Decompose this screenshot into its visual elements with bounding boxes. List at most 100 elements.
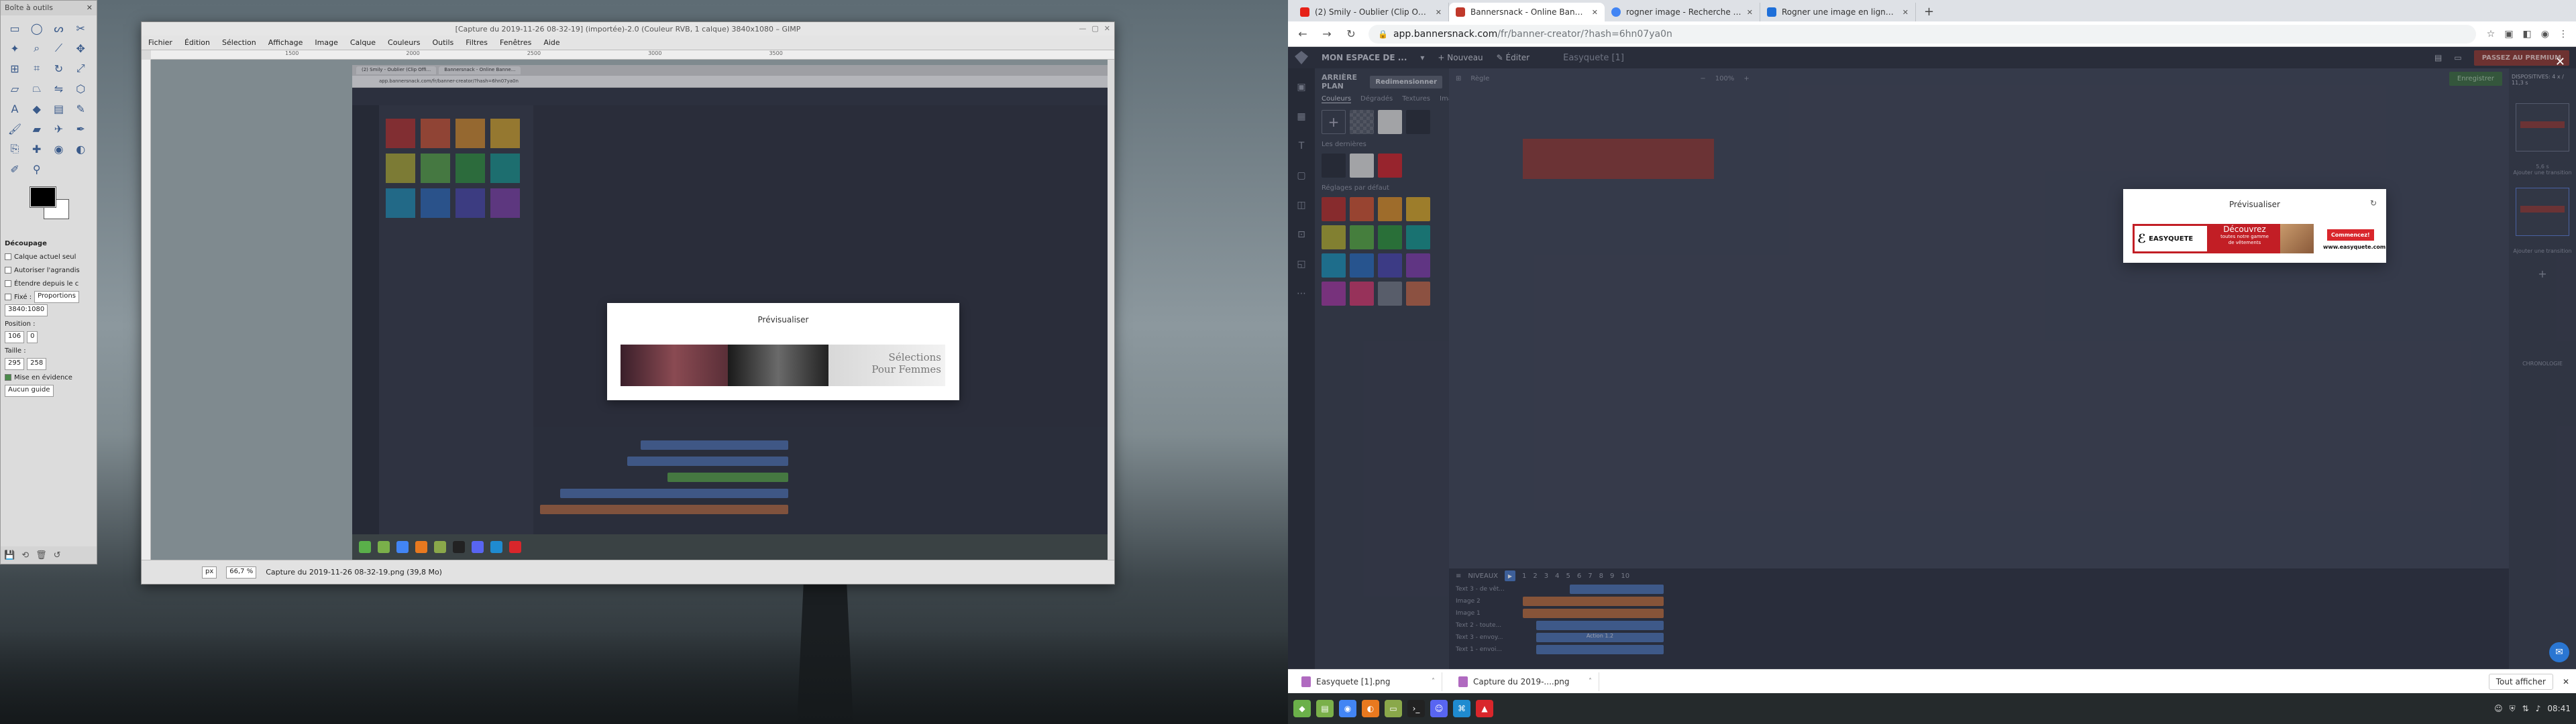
- perspective-icon[interactable]: ⏢: [28, 80, 46, 97]
- download-item[interactable]: Easyquete [1].png ˄: [1295, 672, 1442, 691]
- guides-select[interactable]: Aucun guide: [5, 385, 54, 397]
- ratio-input[interactable]: 3840:1080: [5, 304, 48, 316]
- cage-icon[interactable]: ⬡: [72, 80, 89, 97]
- maximize-icon[interactable]: ▢: [1091, 24, 1098, 33]
- modal-overlay[interactable]: [1288, 47, 2576, 669]
- firefox-icon[interactable]: ◐: [1362, 700, 1379, 717]
- network-icon[interactable]: ⇅: [2522, 704, 2529, 713]
- menu-image[interactable]: Image: [315, 38, 337, 47]
- pencil-icon[interactable]: ✎: [72, 100, 89, 117]
- paths-icon[interactable]: ✐: [6, 160, 23, 178]
- app-icon[interactable]: ▲: [1476, 700, 1493, 717]
- menu-edition[interactable]: Édition: [184, 38, 210, 47]
- checkbox[interactable]: [5, 267, 11, 274]
- download-item[interactable]: Capture du 2019-....png ˄: [1452, 672, 1599, 691]
- reset-icon[interactable]: ↺: [54, 550, 61, 560]
- menu-filtres[interactable]: Filtres: [466, 38, 488, 47]
- blur-icon[interactable]: ◉: [50, 140, 68, 158]
- discord-tray-icon[interactable]: ☺: [2494, 704, 2503, 713]
- reload-icon[interactable]: ↻: [1344, 27, 1358, 40]
- terminal-icon[interactable]: ›_: [1407, 700, 1425, 717]
- fixed-mode-select[interactable]: Proportions: [34, 291, 79, 303]
- flip-icon[interactable]: ⇋: [50, 80, 68, 97]
- opt-current-layer[interactable]: Calque actuel seul: [5, 250, 93, 263]
- fg-bg-colors[interactable]: [6, 184, 91, 231]
- size-w-input[interactable]: 295: [5, 358, 25, 370]
- volume-icon[interactable]: ♪: [2536, 704, 2541, 713]
- tab-crop-online[interactable]: Rogner une image en ligne et ... ✕: [1760, 3, 1916, 21]
- extension-icon[interactable]: ◧: [2523, 29, 2532, 40]
- save-options-icon[interactable]: 💾: [4, 550, 15, 560]
- menu-aide[interactable]: Aide: [543, 38, 559, 47]
- text-icon[interactable]: A: [6, 100, 23, 117]
- clone-icon[interactable]: ⎘: [6, 140, 23, 158]
- brush-icon[interactable]: 🖌: [6, 120, 23, 137]
- vertical-ruler[interactable]: [142, 60, 151, 560]
- zoom-icon[interactable]: ⌕: [28, 40, 46, 57]
- close-icon[interactable]: ✕: [2563, 677, 2569, 686]
- rotate-icon[interactable]: ↻: [50, 60, 68, 77]
- refresh-icon[interactable]: ↻: [2370, 198, 2377, 208]
- new-tab-button[interactable]: +: [1916, 5, 1942, 21]
- close-icon[interactable]: ✕: [87, 3, 93, 13]
- checkbox[interactable]: [5, 294, 11, 300]
- tab-youtube[interactable]: (2) Smily - Oublier (Clip Offi... ✕: [1293, 3, 1449, 21]
- vscode-icon[interactable]: ⌘: [1453, 700, 1470, 717]
- crop-icon[interactable]: ⌗: [28, 60, 46, 77]
- lock-icon[interactable]: 🔒: [1378, 29, 1388, 39]
- position-x-input[interactable]: 106: [5, 331, 25, 343]
- back-icon[interactable]: ←: [1296, 27, 1309, 40]
- avatar[interactable]: ◉: [2541, 29, 2549, 40]
- tab-bannersnack[interactable]: Bannersnack - Online Banner... ✕: [1449, 3, 1605, 21]
- ink-icon[interactable]: ✒: [72, 120, 89, 137]
- mint-menu-icon[interactable]: ◆: [1293, 700, 1311, 717]
- scissors-icon[interactable]: ✂: [72, 19, 89, 37]
- gradient-icon[interactable]: ▤: [50, 100, 68, 117]
- lasso-icon[interactable]: ᔕ: [50, 19, 68, 37]
- gimp-canvas[interactable]: (2) Smily - Oublier (Clip Offi... Banner…: [151, 60, 1108, 560]
- toolbox-titlebar[interactable]: Boîte à outils ✕: [1, 1, 97, 15]
- chat-icon[interactable]: ✉: [2549, 642, 2569, 662]
- measure-icon[interactable]: ⟋: [50, 40, 68, 57]
- files-icon[interactable]: ▤: [1316, 700, 1334, 717]
- rect-select-icon[interactable]: ▭: [6, 19, 23, 37]
- size-h-input[interactable]: 258: [27, 358, 47, 370]
- chevron-up-icon[interactable]: ˄: [1589, 678, 1592, 685]
- restore-icon[interactable]: ⟲: [21, 550, 29, 560]
- close-tab-icon[interactable]: ✕: [1902, 8, 1909, 17]
- menu-icon[interactable]: ⋮: [2559, 29, 2568, 40]
- close-tab-icon[interactable]: ✕: [1436, 8, 1442, 17]
- menu-calque[interactable]: Calque: [350, 38, 376, 47]
- menu-fichier[interactable]: Fichier: [148, 38, 172, 47]
- opt-expand-center[interactable]: Étendre depuis le c: [5, 277, 93, 290]
- scale-icon[interactable]: ⤢: [72, 60, 89, 77]
- gimp-titlebar[interactable]: [Capture du 2019-11-26 08-32-19] (import…: [142, 22, 1114, 36]
- opt-fixed[interactable]: Fixé : Proportions: [5, 290, 93, 304]
- cta-button[interactable]: Commencez!: [2327, 229, 2374, 241]
- shear-icon[interactable]: ▱: [6, 80, 23, 97]
- address-bar[interactable]: 🔒 app.bannersnack.com/fr/banner-creator/…: [1368, 24, 2476, 44]
- menu-fenetres[interactable]: Fenêtres: [500, 38, 531, 47]
- eraser-icon[interactable]: ▰: [28, 120, 46, 137]
- move-icon[interactable]: ✥: [72, 40, 89, 57]
- minimize-icon[interactable]: —: [1079, 24, 1086, 33]
- clock[interactable]: 08:41: [2547, 704, 2571, 713]
- align-icon[interactable]: ⊞: [6, 60, 23, 77]
- colorpicker-icon[interactable]: ⚲: [28, 160, 46, 178]
- forward-icon[interactable]: →: [1320, 27, 1334, 40]
- delete-icon[interactable]: 🗑: [36, 550, 47, 560]
- menu-selection[interactable]: Sélection: [222, 38, 256, 47]
- airbrush-icon[interactable]: ✈: [50, 120, 68, 137]
- menu-outils[interactable]: Outils: [432, 38, 453, 47]
- close-icon[interactable]: ✕: [1104, 24, 1110, 33]
- horizontal-ruler[interactable]: 1500 2000 2500 3000 3500: [151, 50, 1114, 60]
- unit-select[interactable]: px: [202, 566, 217, 579]
- star-icon[interactable]: ☆: [2487, 29, 2496, 40]
- folder-icon[interactable]: ▭: [1385, 700, 1402, 717]
- wand-icon[interactable]: ✦: [6, 40, 23, 57]
- chevron-up-icon[interactable]: ˄: [1432, 678, 1435, 685]
- discord-icon[interactable]: ☺: [1430, 700, 1448, 717]
- show-all-button[interactable]: Tout afficher: [2488, 673, 2553, 690]
- dodge-icon[interactable]: ◐: [72, 140, 89, 158]
- opt-enlarge[interactable]: Autoriser l'agrandis: [5, 263, 93, 277]
